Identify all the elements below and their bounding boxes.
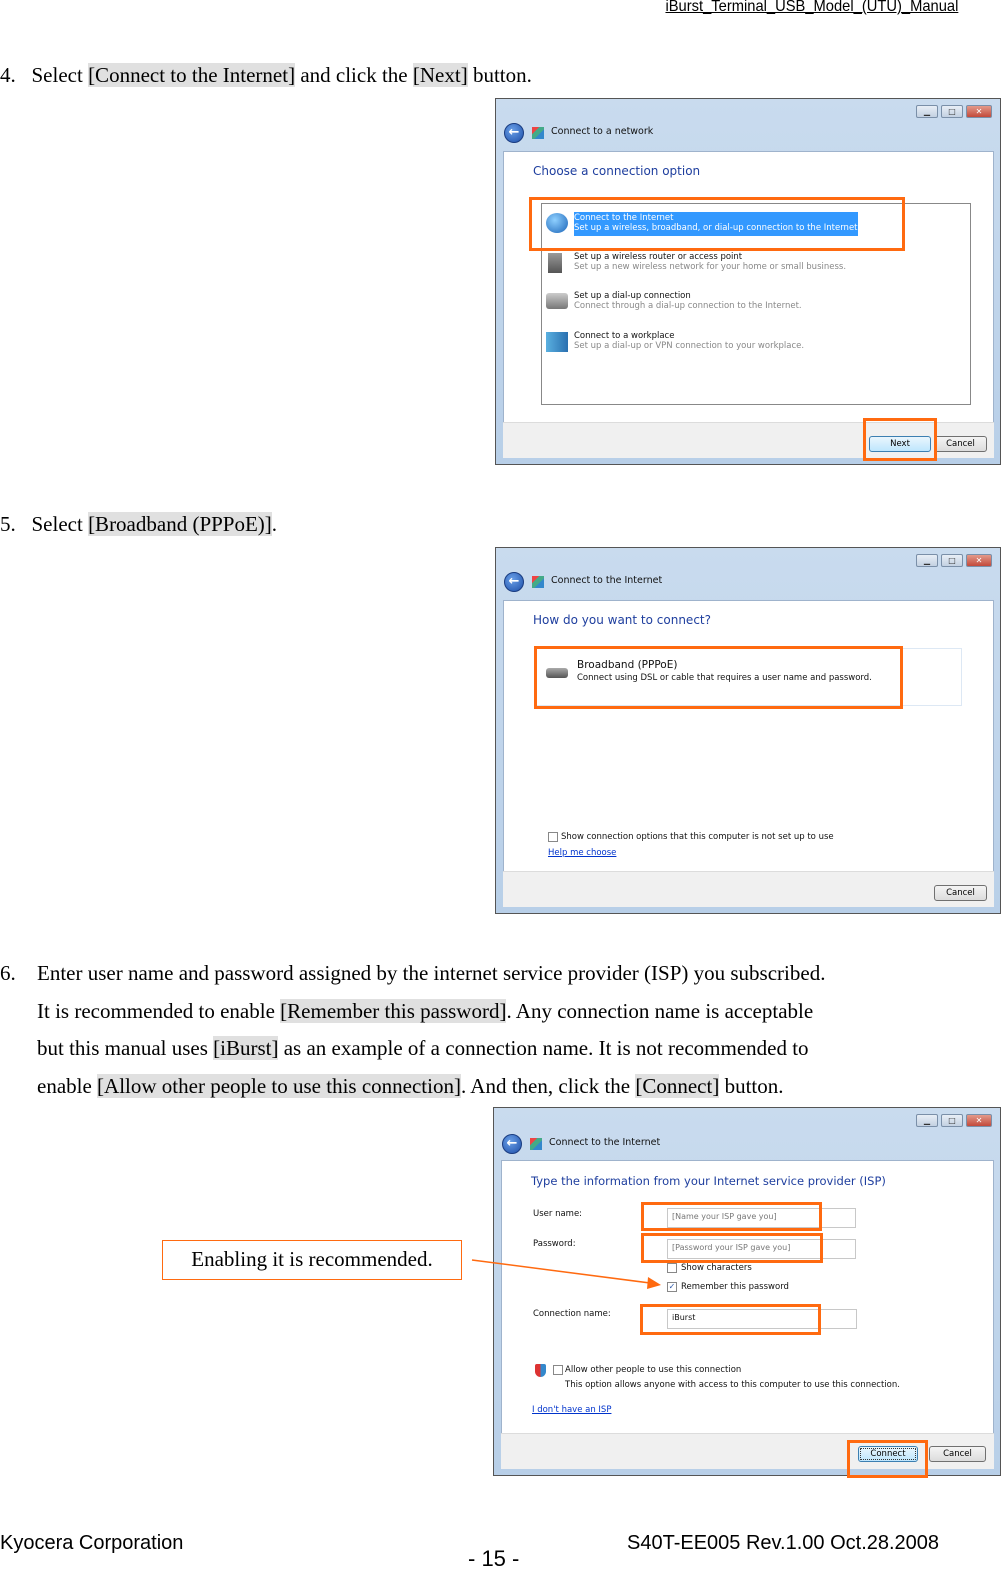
callout-arrow [471,1259,661,1289]
footer-document-id: S40T-EE005 Rev.1.00 Oct.28.2008 [627,1532,940,1554]
footer-company: Kyocera Corporation [0,1532,184,1554]
page-number: - 15 - [468,1546,520,1571]
